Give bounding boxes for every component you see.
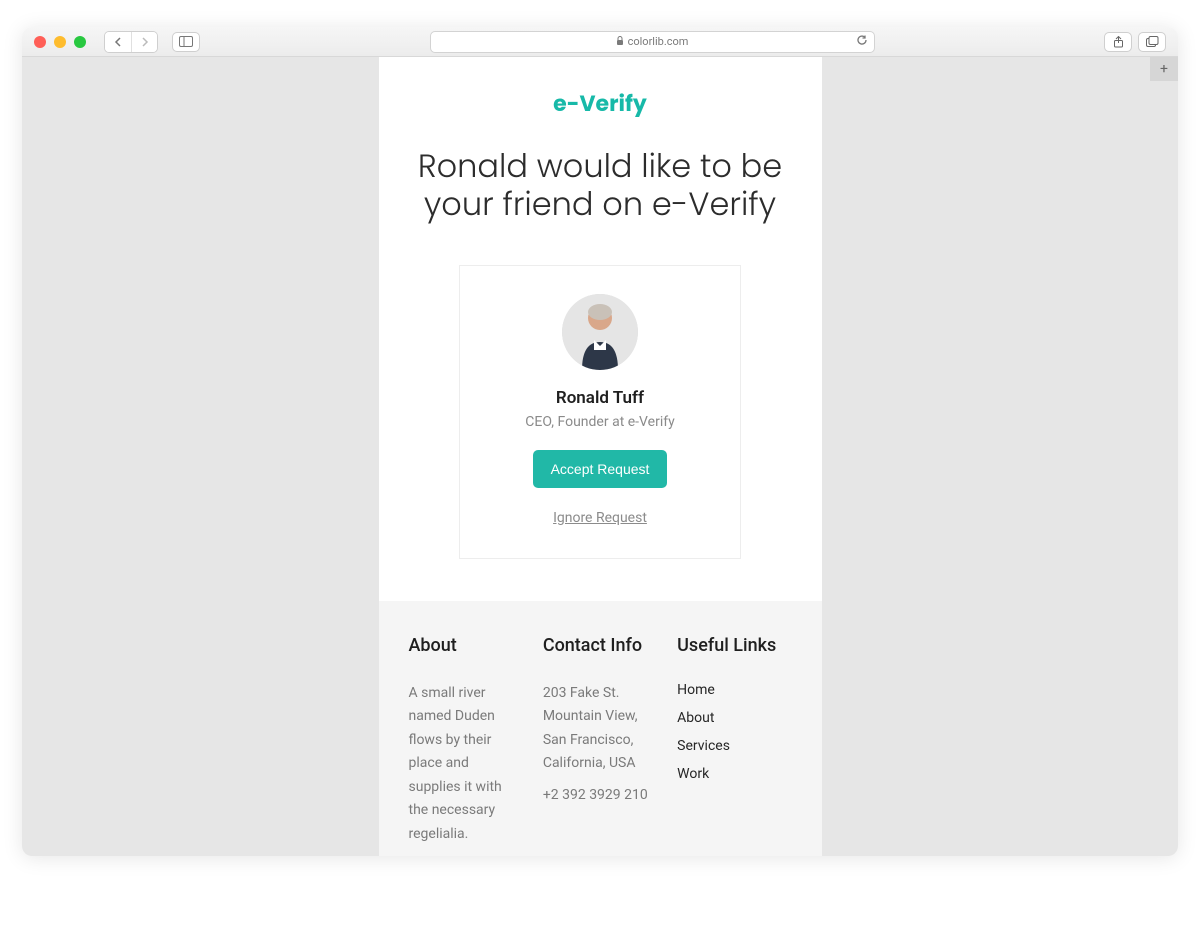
link-about[interactable]: About (677, 710, 791, 726)
forward-button[interactable] (131, 32, 157, 52)
viewport: e-Verify Ronald would like to be your fr… (22, 57, 1178, 856)
minimize-icon[interactable] (54, 36, 66, 48)
link-work[interactable]: Work (677, 766, 791, 782)
footer-links: Useful Links Home About Services Work (677, 635, 791, 847)
address-bar[interactable]: colorlib.com (430, 31, 875, 53)
contact-address: 203 Fake St. Mountain View, San Francisc… (543, 682, 657, 776)
footer-contact: Contact Info 203 Fake St. Mountain View,… (543, 635, 657, 847)
traffic-lights (34, 36, 86, 48)
back-button[interactable] (105, 32, 131, 52)
tabs-button[interactable] (1138, 32, 1166, 52)
person-role: CEO, Founder at e-Verify (480, 414, 720, 430)
lock-icon (616, 36, 624, 48)
friend-request-card: Ronald Tuff CEO, Founder at e-Verify Acc… (459, 265, 741, 559)
maximize-icon[interactable] (74, 36, 86, 48)
right-toolbar (1104, 32, 1166, 52)
nav-buttons (104, 31, 158, 53)
footer: About A small river named Duden flows by… (379, 601, 822, 856)
share-button[interactable] (1104, 32, 1132, 52)
new-tab-button[interactable]: + (1150, 57, 1178, 81)
sidebar-toggle[interactable] (172, 32, 200, 52)
contact-phone: +2 392 3929 210 (543, 784, 657, 808)
contact-title: Contact Info (543, 635, 657, 656)
link-services[interactable]: Services (677, 738, 791, 754)
links-title: Useful Links (677, 635, 791, 656)
link-home[interactable]: Home (677, 682, 791, 698)
about-body: A small river named Duden flows by their… (409, 682, 523, 847)
address-bar-container: colorlib.com (208, 31, 1096, 53)
headline: Ronald would like to be your friend on e… (403, 148, 798, 225)
about-title: About (409, 635, 523, 656)
brand-logo: e-Verify (379, 87, 822, 120)
browser-window: colorlib.com + e-Verify Ronald would lik… (22, 27, 1178, 856)
titlebar: colorlib.com (22, 27, 1178, 57)
close-icon[interactable] (34, 36, 46, 48)
reload-icon[interactable] (856, 34, 868, 49)
ignore-link[interactable]: Ignore Request (480, 510, 720, 526)
avatar (562, 294, 638, 370)
footer-about: About A small river named Duden flows by… (409, 635, 523, 847)
person-name: Ronald Tuff (480, 388, 720, 408)
url-text: colorlib.com (628, 35, 689, 48)
accept-button[interactable]: Accept Request (533, 450, 668, 488)
email-page: e-Verify Ronald would like to be your fr… (379, 57, 822, 856)
